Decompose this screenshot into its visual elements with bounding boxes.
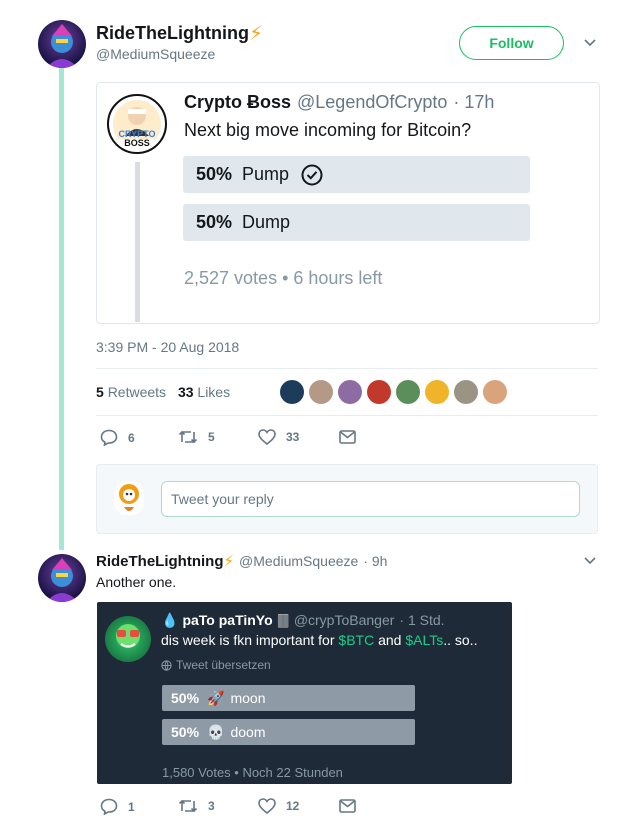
tweet-timestamp[interactable]: 3:39 PM - 20 Aug 2018 <box>96 339 239 355</box>
reply-count: 1 <box>128 799 135 814</box>
dm-button[interactable] <box>339 430 366 444</box>
poll-percent: 50% <box>196 164 233 184</box>
poll-label: doom <box>230 724 266 740</box>
divider <box>96 415 598 416</box>
poll-label: Dump <box>242 212 291 232</box>
like-count: 12 <box>286 799 300 813</box>
author-avatar[interactable] <box>38 20 86 68</box>
liker-avatar[interactable] <box>483 380 507 404</box>
liker-avatar[interactable] <box>280 380 304 404</box>
cashtag-btc: $BTC <box>338 632 375 648</box>
retweet-button[interactable]: 5 <box>178 429 215 445</box>
reply-input[interactable]: Tweet your reply <box>161 481 580 517</box>
like-count: 33 <box>286 430 300 444</box>
embedded-author-name: paTo paTinYo <box>182 612 273 628</box>
reply-icon <box>100 429 118 446</box>
embedded-time: · 1 Std. <box>399 612 445 628</box>
retweet-button[interactable]: 3 <box>178 798 215 814</box>
author-name[interactable]: RideTheLightning <box>96 23 249 44</box>
heart-icon <box>258 798 276 814</box>
retweets-count[interactable]: 5 <box>96 384 104 400</box>
quoted-author-avatar[interactable]: CRYPTO BOSS <box>107 94 167 154</box>
liker-avatar[interactable] <box>454 380 478 404</box>
poll-option-dump: 50% Dump <box>183 204 530 241</box>
envelope-icon <box>339 430 356 444</box>
thread-line <box>59 66 64 550</box>
heart-icon <box>258 429 276 445</box>
liker-avatar[interactable] <box>425 380 449 404</box>
globe-icon <box>161 659 172 671</box>
retweet-icon <box>178 799 198 813</box>
reply-button[interactable]: 6 <box>100 429 135 446</box>
reply-count: 6 <box>128 430 135 445</box>
likes-label[interactable]: Likes <box>197 384 230 400</box>
likes-count[interactable]: 33 <box>178 384 194 400</box>
reply-text: Another one. <box>96 574 177 590</box>
poll-label: moon <box>230 690 266 706</box>
user-avatar[interactable] <box>114 481 144 515</box>
reply-button[interactable]: 1 <box>100 798 135 815</box>
poll-percent: 50% <box>196 212 233 232</box>
embedded-text-part: dis week is fkn important for <box>161 632 339 648</box>
embedded-author-avatar <box>105 616 151 662</box>
like-button[interactable]: 12 <box>258 798 299 814</box>
poll-label: Pump <box>242 164 290 184</box>
follow-button[interactable]: Follow <box>459 26 564 60</box>
dm-button[interactable] <box>339 799 366 813</box>
skull-icon: 💀 <box>207 723 225 740</box>
embedded-poll-doom: 50% 💀 doom <box>162 719 415 745</box>
quoted-thread-line <box>135 162 140 322</box>
embedded-text-part: and <box>374 632 406 648</box>
poll-percent: 50% <box>171 724 200 740</box>
lightning-icon: ⚡ <box>223 553 235 570</box>
translate-link: Tweet übersetzen <box>176 658 271 672</box>
chevron-down-icon[interactable] <box>584 555 596 567</box>
quoted-text: Next big move incoming for Bitcoin? <box>184 120 472 140</box>
embedded-text-part: .. so.. <box>443 632 478 648</box>
retweets-label[interactable]: Retweets <box>108 384 166 400</box>
reply-icon <box>100 798 118 815</box>
embedded-author-handle: @crypToBanger <box>293 612 395 628</box>
liker-avatar[interactable] <box>338 380 362 404</box>
quoted-author-name[interactable]: Crypto Ƀoss <box>184 92 291 113</box>
cashtag-alts: $ALTs <box>405 632 444 648</box>
quoted-time[interactable]: · 17h <box>453 92 494 113</box>
reply-author-avatar[interactable] <box>38 554 86 602</box>
embedded-poll-summary: 1,580 Votes • Noch 22 Stunden <box>162 765 343 780</box>
lightning-icon: ⚡ <box>248 23 264 45</box>
chevron-down-icon[interactable] <box>584 37 596 49</box>
retweet-count: 5 <box>208 430 215 444</box>
embedded-text: dis week is fkn important for $BTC and $… <box>161 632 477 648</box>
embedded-drop-icon: 💧 <box>161 612 179 628</box>
quoted-avatar-text-2: BOSS <box>109 139 165 148</box>
rocket-icon: 🚀 <box>207 689 225 706</box>
embedded-poll-moon: 50% 🚀 moon <box>162 685 415 711</box>
embedded-badge-icon: 🀫 <box>277 612 289 628</box>
liker-avatars <box>280 380 512 404</box>
poll-percent: 50% <box>171 690 200 706</box>
quoted-author-handle[interactable]: @LegendOfCrypto <box>297 92 447 113</box>
check-circle-icon <box>301 164 323 185</box>
liker-avatar[interactable] <box>367 380 391 404</box>
liker-avatar[interactable] <box>309 380 333 404</box>
reply-time[interactable]: · 9h <box>363 553 387 569</box>
retweet-count: 3 <box>208 799 215 813</box>
poll-summary: 2,527 votes • 6 hours left <box>184 268 383 288</box>
liker-avatar[interactable] <box>396 380 420 404</box>
poll-option-pump: 50% Pump <box>183 156 530 193</box>
divider <box>96 368 598 369</box>
reply-author-handle[interactable]: @MediumSqueeze <box>239 553 358 569</box>
reply-author-name[interactable]: RideTheLightning <box>96 553 223 570</box>
envelope-icon <box>339 799 356 813</box>
retweet-icon <box>178 430 198 444</box>
embedded-screenshot[interactable]: 💧 paTo paTinYo 🀫 @crypToBanger · 1 Std. … <box>97 602 512 784</box>
author-handle[interactable]: @MediumSqueeze <box>96 46 215 62</box>
like-button[interactable]: 33 <box>258 429 299 445</box>
